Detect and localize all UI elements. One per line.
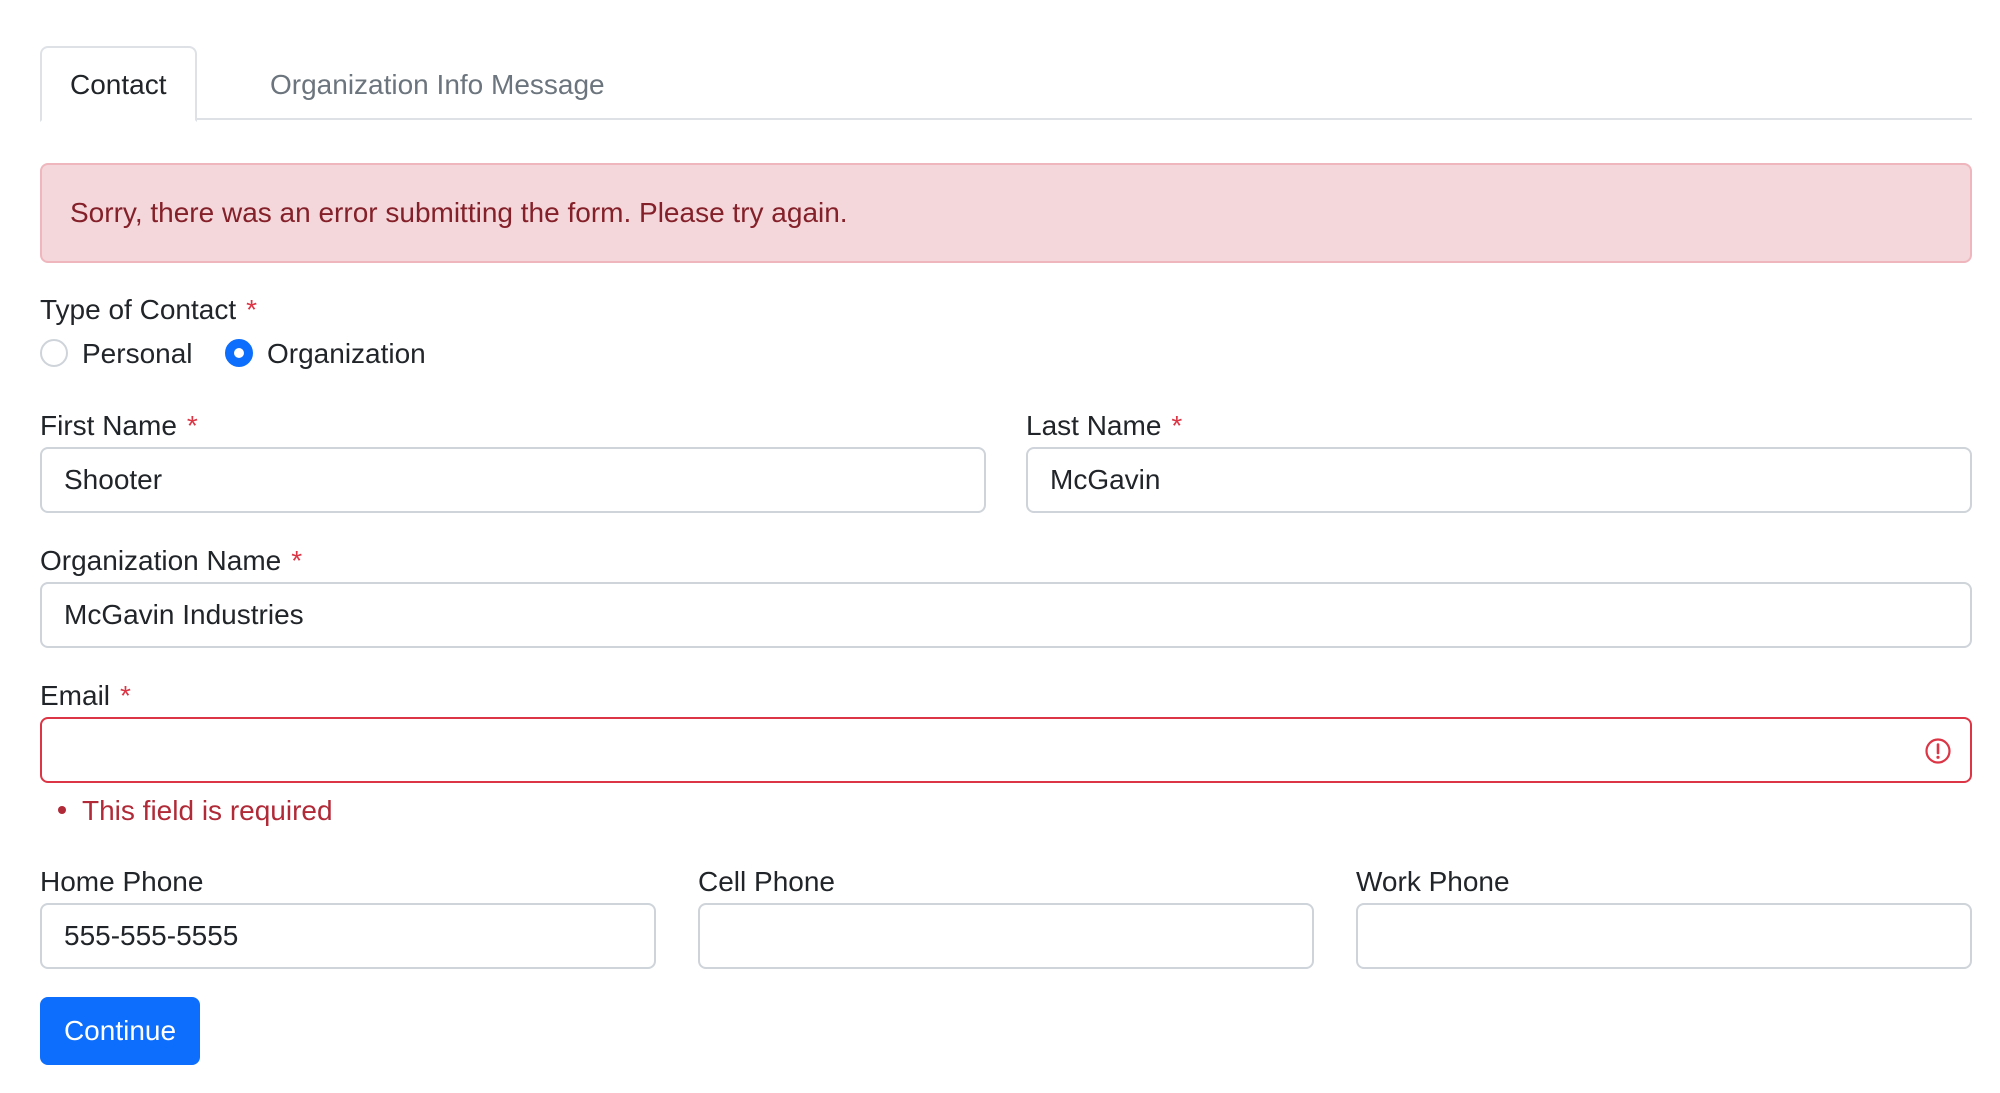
continue-button[interactable]: Continue (40, 997, 200, 1065)
required-asterisk: * (291, 545, 303, 576)
radio-organization-circle[interactable] (225, 339, 253, 367)
radio-organization-label[interactable]: Organization (267, 333, 426, 375)
home-phone-label: Home Phone (40, 866, 204, 897)
organization-name-label: Organization Name * (40, 545, 303, 576)
tab-message[interactable]: Message (461, 46, 635, 120)
exclamation-circle-icon (1925, 738, 1951, 764)
cell-phone-label: Cell Phone (698, 866, 835, 897)
first-name-input[interactable]: Shooter (40, 447, 986, 513)
email-label: Email * (40, 680, 131, 711)
required-asterisk: * (246, 294, 258, 325)
contact-form-page: Contact Organization Info Message Sorry,… (0, 0, 2000, 1093)
cell-phone-input[interactable] (698, 903, 1314, 969)
work-phone-label: Work Phone (1356, 866, 1510, 897)
error-bullet (58, 805, 66, 814)
required-asterisk: * (1171, 410, 1183, 441)
last-name-input[interactable]: McGavin (1026, 447, 1972, 513)
error-alert: Sorry, there was an error submitting the… (40, 163, 1972, 263)
email-error-list: This field is required (58, 795, 333, 827)
required-asterisk: * (186, 410, 198, 441)
last-name-label: Last Name * (1026, 410, 1183, 441)
organization-name-input[interactable]: McGavin Industries (40, 582, 1972, 648)
email-input[interactable] (40, 717, 1972, 783)
error-alert-message: Sorry, there was an error submitting the… (70, 197, 848, 228)
radio-personal-circle[interactable] (40, 339, 68, 367)
required-asterisk: * (120, 680, 131, 711)
radio-personal-label[interactable]: Personal (82, 333, 193, 375)
form-tabs: Contact Organization Info Message (40, 46, 1972, 122)
tab-contact[interactable]: Contact (40, 46, 197, 122)
first-name-label: First Name * (40, 410, 198, 441)
contact-type-label: Type of Contact * (40, 294, 258, 325)
home-phone-input[interactable]: 555-555-5555 (40, 903, 656, 969)
email-error-message: This field is required (82, 795, 333, 826)
work-phone-input[interactable] (1356, 903, 1972, 969)
